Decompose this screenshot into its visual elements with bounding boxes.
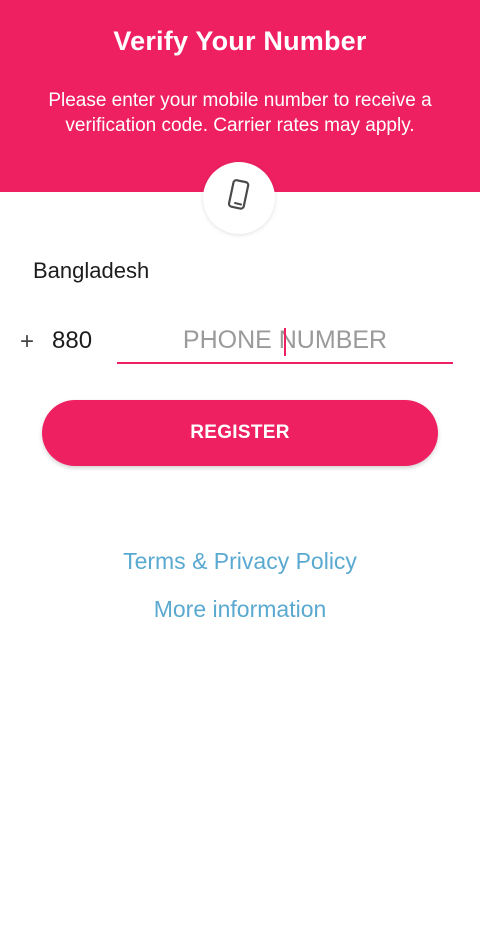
text-cursor xyxy=(284,328,286,356)
smartphone-icon xyxy=(226,178,252,218)
page-title: Verify Your Number xyxy=(113,26,367,56)
register-button[interactable]: REGISTER xyxy=(42,400,438,466)
verify-number-screen: Verify Your Number Please enter your mob… xyxy=(0,0,480,948)
header-subtitle: Please enter your mobile number to recei… xyxy=(48,90,432,136)
phone-badge xyxy=(203,162,275,234)
plus-sign: + xyxy=(20,328,35,355)
country-selector[interactable]: Bangladesh xyxy=(33,258,149,284)
terms-privacy-link[interactable]: Terms & Privacy Policy xyxy=(0,548,480,575)
phone-number-field[interactable] xyxy=(117,320,453,364)
country-code[interactable]: 880 xyxy=(52,327,92,355)
more-information-link[interactable]: More information xyxy=(0,596,480,623)
